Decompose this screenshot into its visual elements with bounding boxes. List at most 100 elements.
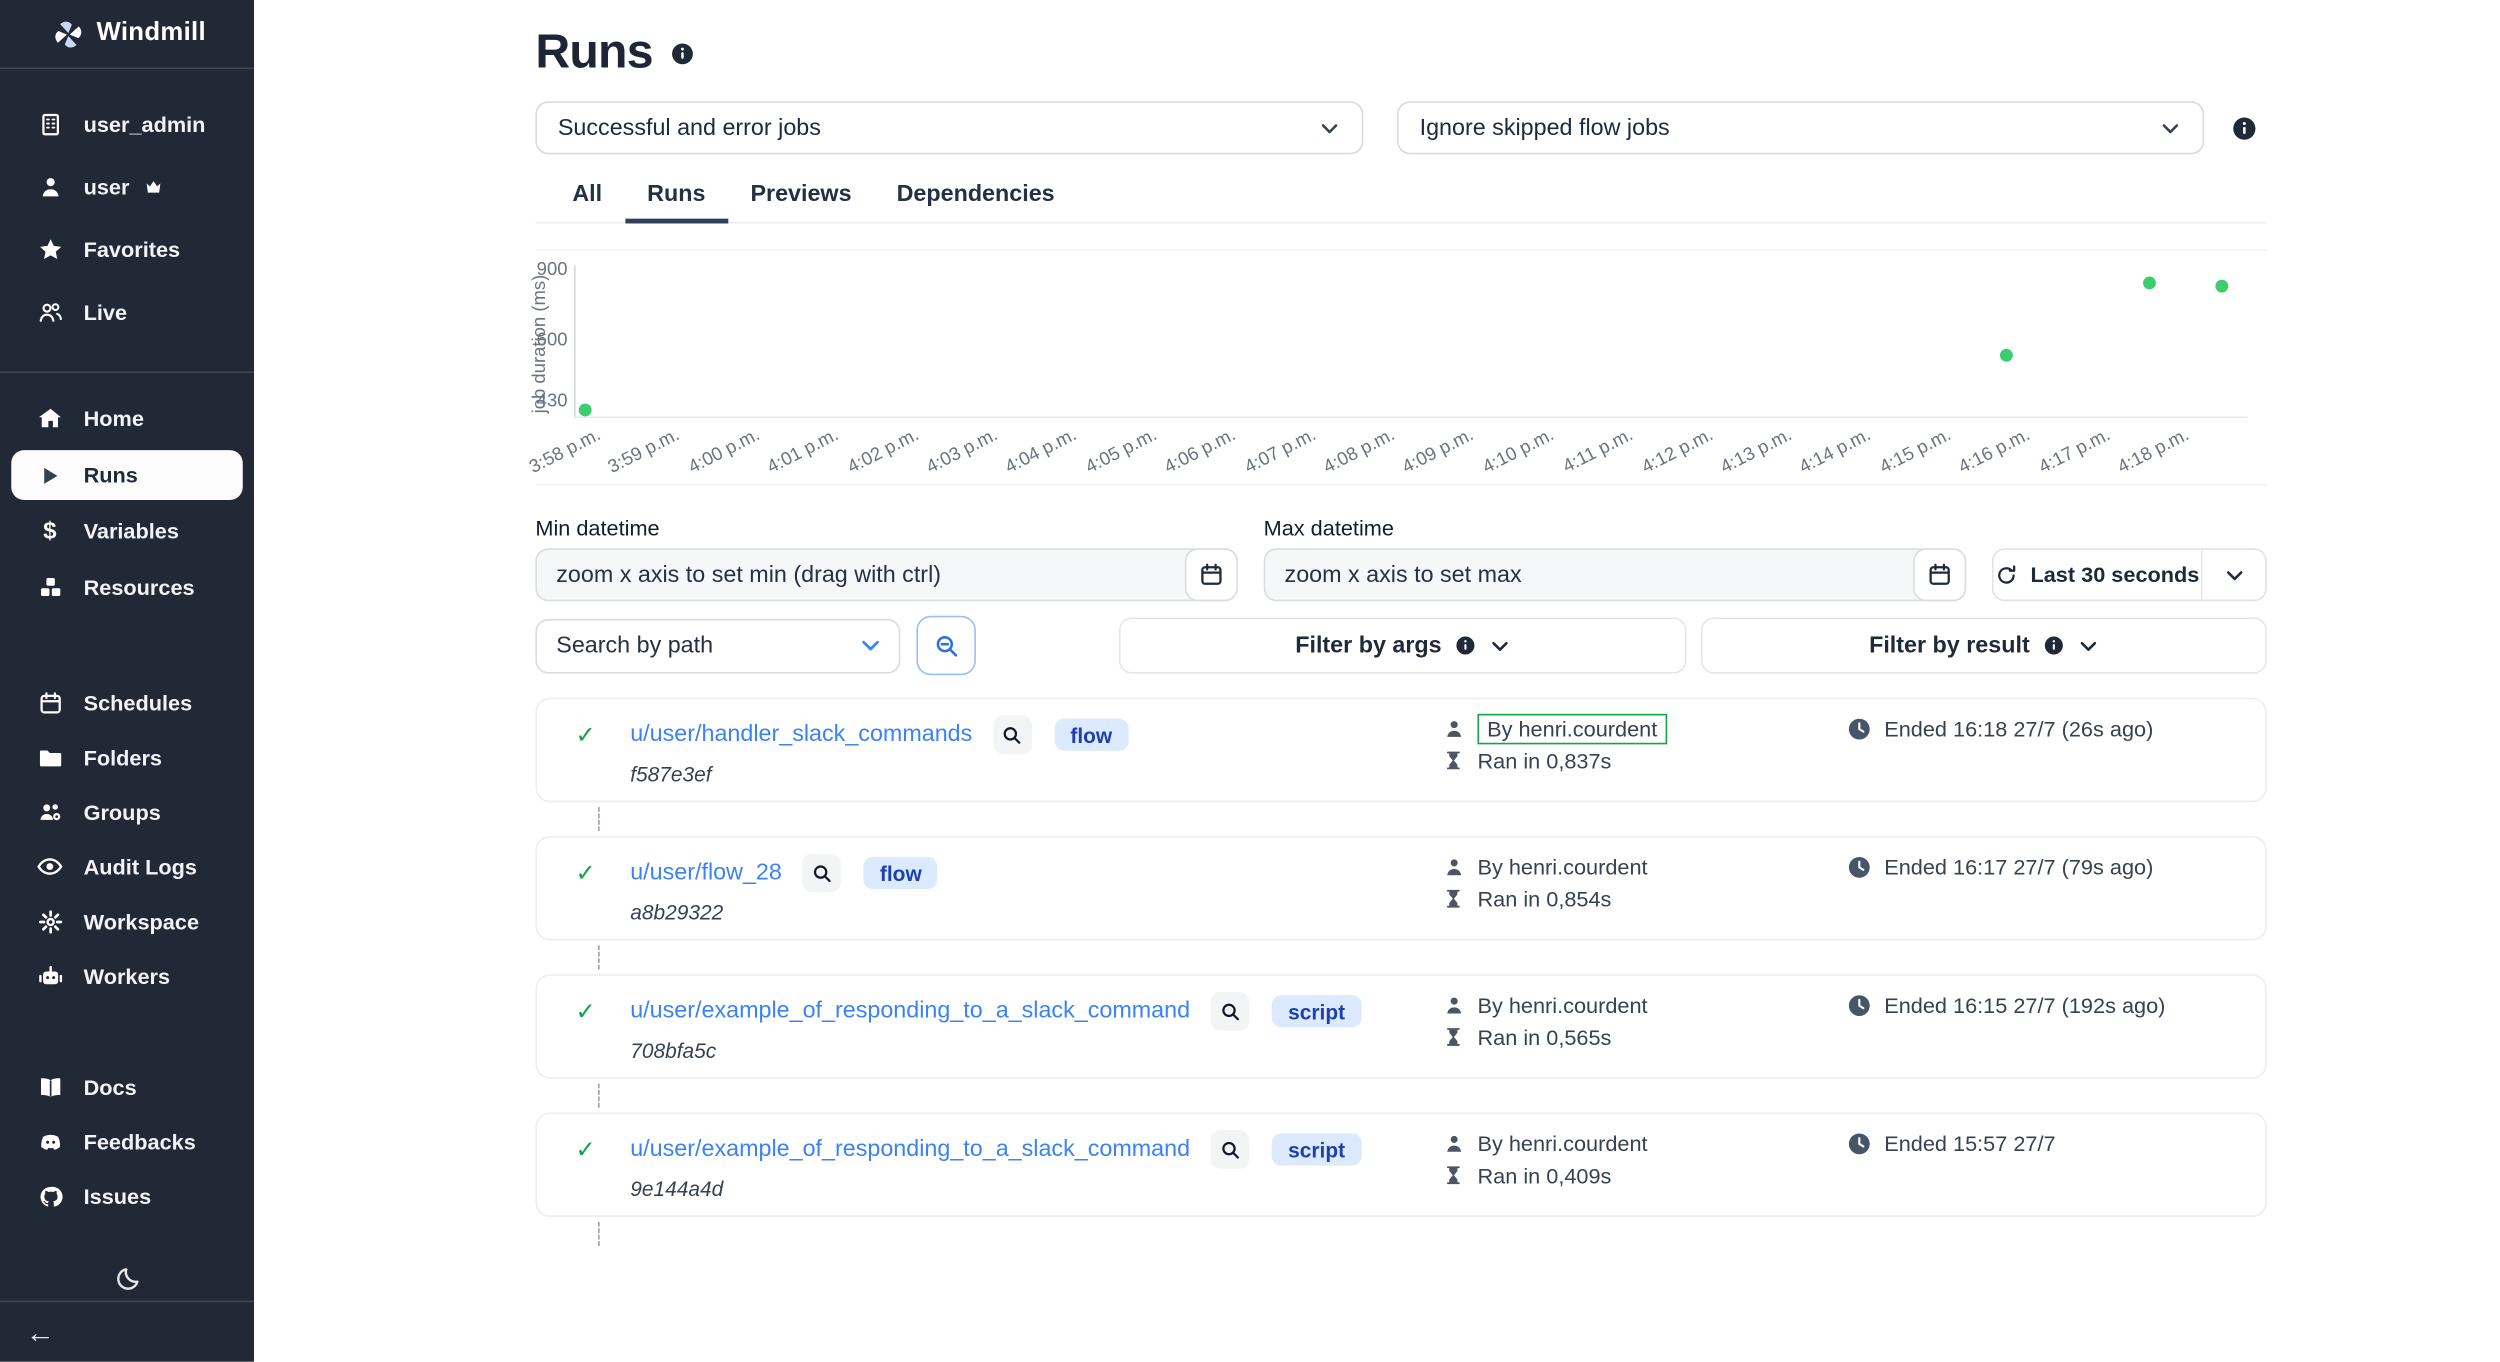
sidebar-item-workers[interactable]: Workers: [0, 949, 254, 1004]
play-icon: [37, 464, 63, 487]
crown-icon: [144, 178, 162, 196]
sidebar-item-live[interactable]: Live: [0, 281, 254, 344]
hourglass-icon: [1442, 1026, 1465, 1049]
sidebar-item-folders[interactable]: Folders: [0, 730, 254, 785]
sidebar-item-home[interactable]: Home: [0, 391, 254, 447]
inspect-run-button[interactable]: [1211, 1130, 1250, 1169]
sidebar-item-audit-logs[interactable]: Audit Logs: [0, 839, 254, 894]
sidebar-item-runs[interactable]: Runs: [11, 450, 243, 500]
filter-by-args-label: Filter by args: [1295, 633, 1441, 659]
sidebar-item-label: Issues: [84, 1184, 152, 1208]
search-button[interactable]: [917, 616, 976, 675]
run-row[interactable]: ✓u/user/example_of_responding_to_a_slack…: [535, 974, 2266, 1079]
collapse-sidebar-arrow-left-icon[interactable]: ←: [26, 1318, 55, 1347]
run-path-link[interactable]: u/user/example_of_responding_to_a_slack_…: [630, 1137, 1190, 1163]
run-path-link[interactable]: u/user/flow_28: [630, 860, 782, 886]
clock-icon: [1847, 717, 1871, 741]
tab-runs[interactable]: Runs: [625, 169, 728, 224]
inspect-run-button[interactable]: [803, 854, 842, 893]
inspect-run-button[interactable]: [993, 715, 1032, 754]
skipped-filter-info-icon[interactable]: [2231, 115, 2257, 141]
run-connector: [598, 945, 600, 969]
title-info-icon[interactable]: [670, 41, 694, 65]
sidebar-item-user-admin[interactable]: user_admin: [0, 93, 254, 156]
sidebar-item-docs[interactable]: Docs: [0, 1059, 254, 1114]
chevron-down-icon[interactable]: [859, 633, 883, 657]
sidebar-item-label: Audit Logs: [84, 854, 197, 878]
tab-dependencies[interactable]: Dependencies: [874, 169, 1077, 224]
time-range-refresh-button[interactable]: Last 30 seconds: [1994, 550, 2201, 600]
run-kind-badge: script: [1272, 1133, 1361, 1165]
chart-x-tick: 4:09 p.m.: [1400, 425, 1477, 477]
sidebar-item-label: Live: [84, 301, 127, 325]
magnifier-icon: [1002, 724, 1023, 745]
time-range-dropdown-button[interactable]: [2201, 550, 2265, 600]
run-by: By henri.courdent: [1477, 713, 1666, 744]
tab-previews[interactable]: Previews: [728, 169, 874, 224]
chart-x-tick: 4:08 p.m.: [1321, 425, 1398, 477]
sidebar-item-resources[interactable]: Resources: [0, 559, 254, 615]
run-row[interactable]: ✓u/user/handler_slack_commandsflowf587e3…: [535, 698, 2266, 803]
min-datetime-calendar-button[interactable]: [1185, 548, 1238, 601]
windmill-logo[interactable]: Windmill: [0, 0, 254, 69]
tab-all[interactable]: All: [550, 169, 625, 224]
sidebar-item-schedules[interactable]: Schedules: [0, 675, 254, 730]
runs-chart[interactable]: job duration (ms) 9006004303:58 p.m.3:59…: [535, 249, 2266, 485]
skipped-flow-filter-select[interactable]: Ignore skipped flow jobs: [1397, 101, 2204, 154]
run-row[interactable]: ✓u/user/example_of_responding_to_a_slack…: [535, 1113, 2266, 1218]
folder-icon: [37, 745, 63, 769]
filter-by-args-button[interactable]: Filter by args: [1119, 617, 1686, 673]
chart-x-tick: 4:00 p.m.: [685, 425, 762, 477]
sidebar-item-workspace[interactable]: Workspace: [0, 894, 254, 949]
max-datetime-input[interactable]: [1285, 562, 1901, 588]
sidebar-item-variables[interactable]: $Variables: [0, 503, 254, 559]
chart-data-point[interactable]: [579, 404, 592, 417]
discord-icon: [37, 1129, 63, 1153]
sidebar-item-feedbacks[interactable]: Feedbacks: [0, 1114, 254, 1169]
chart-data-point[interactable]: [2143, 276, 2156, 289]
run-row[interactable]: ✓u/user/flow_28flowa8b29322By henri.cour…: [535, 836, 2266, 941]
moon-icon[interactable]: [113, 1265, 140, 1292]
chart-x-tick: 3:59 p.m.: [606, 425, 683, 477]
sidebar-item-user[interactable]: user: [0, 156, 254, 219]
robot-icon: [37, 964, 63, 988]
success-check-icon: ✓: [576, 997, 631, 1026]
sidebar-item-label: Runs: [84, 463, 138, 487]
sidebar-group-help: DocsFeedbacks Issues: [0, 1059, 254, 1223]
run-meta: By henri.courdentRan in 0,409s: [1442, 1127, 1647, 1191]
chart-data-point[interactable]: [2000, 348, 2013, 361]
filter-by-result-label: Filter by result: [1869, 633, 2030, 659]
run-meta: By henri.courdentRan in 0,837s: [1442, 712, 1667, 776]
chart-data-point[interactable]: [2215, 280, 2228, 293]
search-by-path-input[interactable]: [556, 633, 859, 659]
chart-x-tick: 4:14 p.m.: [1797, 425, 1874, 477]
chart-x-tick: 4:18 p.m.: [2115, 425, 2192, 477]
run-path-link[interactable]: u/user/example_of_responding_to_a_slack_…: [630, 998, 1190, 1024]
person-icon: [1442, 856, 1465, 877]
windmill-logo-icon: [51, 17, 85, 51]
chevron-down-icon: [1318, 117, 1341, 140]
min-datetime-input[interactable]: [556, 562, 1172, 588]
jobs-filter-select[interactable]: Successful and error jobs: [535, 101, 1363, 154]
skipped-flow-filter-value: Ignore skipped flow jobs: [1420, 115, 1670, 141]
chart-y-tick: 600: [532, 331, 567, 350]
sidebar-item-issues[interactable]: Issues: [0, 1169, 254, 1224]
refresh-icon: [1995, 563, 2018, 586]
chart-x-tick: 4:06 p.m.: [1162, 425, 1239, 477]
run-path-link[interactable]: u/user/handler_slack_commands: [630, 722, 972, 748]
sidebar-item-groups[interactable]: Groups: [0, 785, 254, 840]
filter-by-result-button[interactable]: Filter by result: [1701, 617, 2267, 673]
sidebar-item-favorites[interactable]: Favorites: [0, 219, 254, 282]
run-kind-badge: flow: [864, 857, 938, 889]
runs-list: ✓u/user/handler_slack_commandsflowf587e3…: [535, 698, 2266, 1246]
sidebar-item-label: Schedules: [84, 691, 193, 715]
chart-x-tick: 3:58 p.m.: [527, 425, 604, 477]
calendar-icon: [1928, 563, 1952, 587]
inspect-run-button[interactable]: [1211, 992, 1250, 1031]
sidebar-item-label: Resources: [84, 576, 195, 600]
run-ended-text: Ended 16:15 27/7 (192s ago): [1884, 994, 2165, 1018]
max-datetime-calendar-button[interactable]: [1913, 548, 1966, 601]
chart-x-tick: 4:11 p.m.: [1560, 425, 1636, 477]
sidebar-item-label: user_admin: [84, 113, 206, 137]
run-ended-text: Ended 15:57 27/7: [1884, 1132, 2055, 1156]
